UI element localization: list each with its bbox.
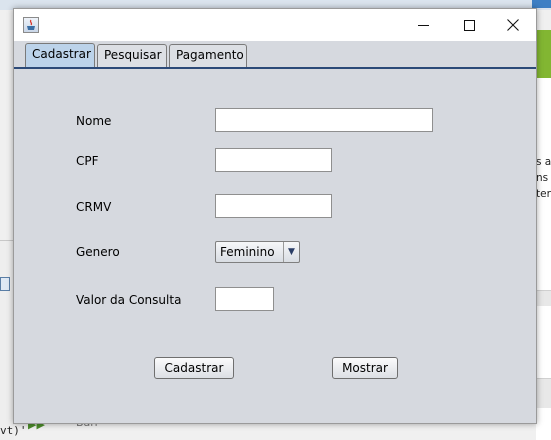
background-ide-left-panel xyxy=(0,240,14,440)
close-icon xyxy=(507,19,519,31)
dropdown-arrow-icon: ▼ xyxy=(283,242,299,262)
background-ide-accent xyxy=(532,0,551,8)
java-app-icon xyxy=(23,17,39,33)
tab-pagamento[interactable]: Pagamento xyxy=(169,44,247,67)
crmv-input[interactable] xyxy=(215,194,332,218)
title-bar[interactable] xyxy=(14,9,536,41)
cadastrar-button[interactable]: Cadastrar xyxy=(154,357,234,379)
valor-label: Valor da Consulta xyxy=(76,293,182,307)
tab-underline xyxy=(14,67,536,69)
genero-select[interactable]: Feminino ▼ xyxy=(215,241,300,263)
mostrar-button[interactable]: Mostrar xyxy=(332,357,398,379)
tab-pesquisar[interactable]: Pesquisar xyxy=(97,44,167,67)
genero-selected-value: Feminino xyxy=(220,245,275,259)
background-ide-bar xyxy=(536,290,551,306)
maximize-button[interactable] xyxy=(446,9,492,41)
maximize-icon xyxy=(463,19,475,31)
minimize-button[interactable] xyxy=(400,9,446,41)
background-ide-banner xyxy=(536,30,551,78)
crmv-label: CRMV xyxy=(76,200,112,214)
valor-input[interactable] xyxy=(215,287,274,311)
nome-input[interactable] xyxy=(215,108,433,132)
cpf-label: CPF xyxy=(76,154,99,168)
nome-label: Nome xyxy=(76,114,112,128)
tab-bar: Cadastrar Pesquisar Pagamento xyxy=(14,42,536,68)
tab-cadastrar[interactable]: Cadastrar xyxy=(25,43,95,67)
background-ide-bar xyxy=(536,378,551,408)
genero-label: Genero xyxy=(76,245,120,259)
app-window: Cadastrar Pesquisar Pagamento Nome CPF C… xyxy=(13,8,537,424)
background-file-icon xyxy=(0,277,10,291)
minimize-icon xyxy=(417,24,429,26)
background-ide-text: s a ns ter. xyxy=(536,156,551,200)
cpf-input[interactable] xyxy=(215,148,332,172)
close-button[interactable] xyxy=(490,9,536,41)
background-code-text: vt)' xyxy=(0,424,27,437)
